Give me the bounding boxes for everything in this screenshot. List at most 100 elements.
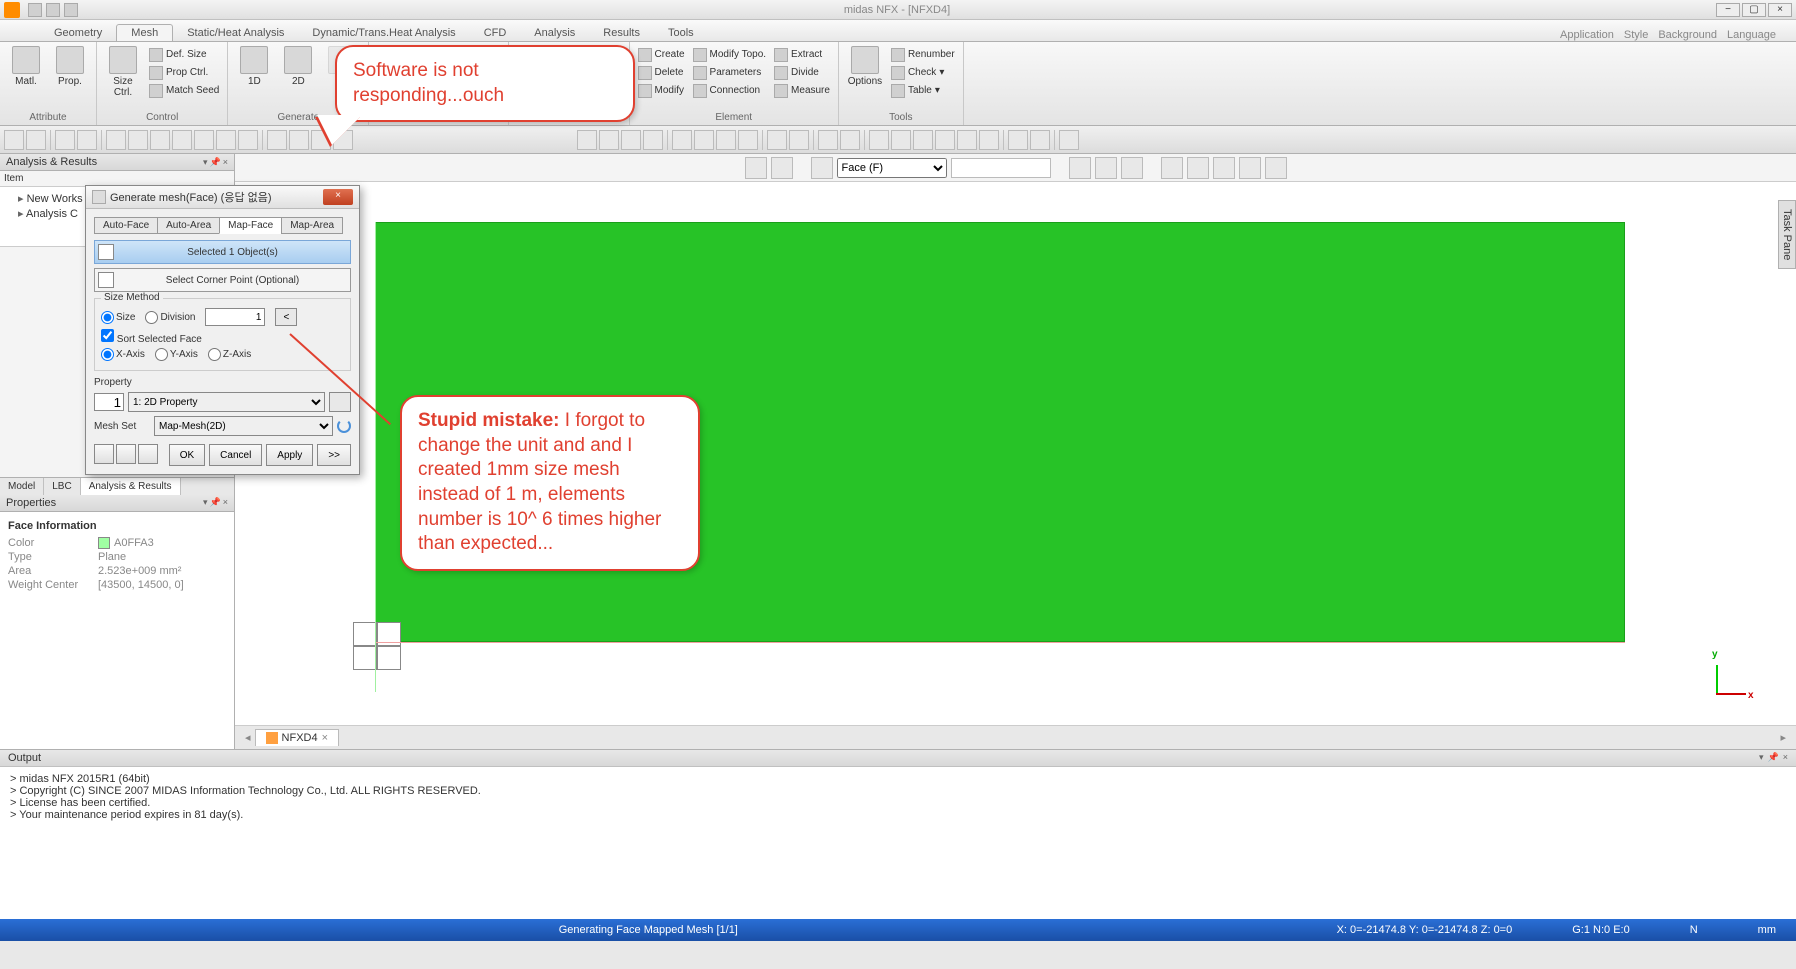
tool-icon[interactable] bbox=[891, 130, 911, 150]
zoom-fit-icon[interactable] bbox=[150, 130, 170, 150]
grid-icon[interactable] bbox=[672, 130, 692, 150]
application-menu[interactable]: Application bbox=[1560, 29, 1614, 41]
tool-icon[interactable] bbox=[869, 130, 889, 150]
tool-icon[interactable] bbox=[694, 130, 714, 150]
extract-button[interactable]: Extract bbox=[772, 46, 832, 63]
tab-dynamic-trans[interactable]: Dynamic/Trans.Heat Analysis bbox=[298, 25, 469, 41]
measure-button[interactable]: Measure bbox=[772, 82, 832, 99]
tool-icon[interactable] bbox=[840, 130, 860, 150]
tab-auto-face[interactable]: Auto-Face bbox=[94, 217, 158, 234]
tool-icon[interactable] bbox=[789, 130, 809, 150]
tab-auto-area[interactable]: Auto-Area bbox=[157, 217, 220, 234]
tool-icon[interactable] bbox=[716, 130, 736, 150]
tool-icon[interactable] bbox=[643, 130, 663, 150]
cancel-button[interactable]: Cancel bbox=[209, 444, 262, 466]
tool-icon[interactable] bbox=[216, 130, 236, 150]
view-tool-icon[interactable] bbox=[1213, 157, 1235, 179]
maximize-button[interactable]: ▢ bbox=[1742, 3, 1766, 17]
status-unit[interactable]: N bbox=[1680, 924, 1708, 936]
connection-button[interactable]: Connection bbox=[691, 82, 769, 99]
tool-icon[interactable] bbox=[26, 130, 46, 150]
dialog-close-button[interactable]: × bbox=[323, 189, 353, 205]
apply-button[interactable]: Apply bbox=[266, 444, 313, 466]
close-icon[interactable]: × bbox=[1783, 752, 1788, 764]
view-tool-icon[interactable] bbox=[1161, 157, 1183, 179]
view-tool-icon[interactable] bbox=[1069, 157, 1091, 179]
tool-icon[interactable] bbox=[289, 130, 309, 150]
table-button[interactable]: Table ▾ bbox=[889, 82, 957, 99]
property-select[interactable]: 1: 2D Property bbox=[128, 392, 325, 412]
prop-button[interactable]: Prop. bbox=[50, 46, 90, 87]
parameters-button[interactable]: Parameters bbox=[691, 64, 769, 81]
dropdown-icon[interactable]: ▾ bbox=[203, 157, 208, 168]
close-icon[interactable]: × bbox=[223, 157, 228, 168]
check-button[interactable]: Check ▾ bbox=[889, 64, 957, 81]
tab-static-heat[interactable]: Static/Heat Analysis bbox=[173, 25, 298, 41]
close-button[interactable]: × bbox=[1768, 3, 1792, 17]
tool-icon[interactable] bbox=[4, 130, 24, 150]
tab-analysis[interactable]: Analysis bbox=[520, 25, 589, 41]
app-icon[interactable] bbox=[4, 2, 20, 18]
options-button[interactable]: Options bbox=[845, 46, 885, 87]
view-tool-icon[interactable] bbox=[745, 157, 767, 179]
selected-objects-button[interactable]: Selected 1 Object(s) bbox=[94, 240, 351, 264]
tab-tools[interactable]: Tools bbox=[654, 25, 708, 41]
ok-button[interactable]: OK bbox=[169, 444, 205, 466]
close-tab-icon[interactable]: × bbox=[322, 732, 328, 744]
close-icon[interactable]: × bbox=[223, 497, 228, 508]
pin-icon[interactable]: 📌 bbox=[210, 497, 221, 508]
qat-redo-icon[interactable] bbox=[64, 3, 78, 17]
modify-topo-button[interactable]: Modify Topo. bbox=[691, 46, 769, 63]
tab-analysis-results[interactable]: Analysis & Results bbox=[81, 478, 181, 495]
rotate-icon[interactable] bbox=[194, 130, 214, 150]
tab-geometry[interactable]: Geometry bbox=[40, 25, 116, 41]
corner-point-button[interactable]: Select Corner Point (Optional) bbox=[94, 268, 351, 292]
size-value-input[interactable] bbox=[205, 308, 265, 326]
tool-icon[interactable] bbox=[979, 130, 999, 150]
tool-icon[interactable] bbox=[267, 130, 287, 150]
size-radio[interactable]: Size bbox=[101, 311, 135, 324]
view-tool-icon[interactable] bbox=[811, 157, 833, 179]
property-detail-button[interactable] bbox=[329, 392, 351, 412]
pin-icon[interactable]: 📌 bbox=[210, 157, 221, 168]
division-radio[interactable]: Division bbox=[145, 311, 195, 324]
tool-icon[interactable] bbox=[577, 130, 597, 150]
mini-button-1[interactable] bbox=[94, 444, 114, 464]
x-axis-radio[interactable]: X-Axis bbox=[101, 348, 145, 361]
mini-button-3[interactable] bbox=[138, 444, 158, 464]
output-body[interactable]: midas NFX 2015R1 (64bit) Copyright (C) S… bbox=[0, 767, 1796, 919]
2d-button[interactable]: 2D bbox=[278, 46, 318, 87]
elem-delete-button[interactable]: Delete bbox=[636, 64, 687, 81]
tab-cfd[interactable]: CFD bbox=[470, 25, 521, 41]
view-tool-icon[interactable] bbox=[1239, 157, 1261, 179]
tool-icon[interactable] bbox=[1059, 130, 1079, 150]
z-axis-radio[interactable]: Z-Axis bbox=[208, 348, 251, 361]
tool-icon[interactable] bbox=[55, 130, 75, 150]
view-tool-icon[interactable] bbox=[1095, 157, 1117, 179]
qat-undo-icon[interactable] bbox=[46, 3, 60, 17]
tab-map-face[interactable]: Map-Face bbox=[219, 217, 282, 234]
y-axis-radio[interactable]: Y-Axis bbox=[155, 348, 198, 361]
pan-icon[interactable] bbox=[172, 130, 192, 150]
tool-icon[interactable] bbox=[1008, 130, 1028, 150]
def-size-button[interactable]: Def. Size bbox=[147, 46, 221, 63]
elem-create-button[interactable]: Create bbox=[636, 46, 687, 63]
tool-icon[interactable] bbox=[913, 130, 933, 150]
tool-icon[interactable] bbox=[957, 130, 977, 150]
task-pane-tab[interactable]: Task Pane bbox=[1778, 200, 1796, 269]
size-ctrl-button[interactable]: Size Ctrl. bbox=[103, 46, 143, 98]
qat-save-icon[interactable] bbox=[28, 3, 42, 17]
more-button[interactable]: >> bbox=[317, 444, 351, 466]
renumber-button[interactable]: Renumber bbox=[889, 46, 957, 63]
view-tool-icon[interactable] bbox=[771, 157, 793, 179]
matl-button[interactable]: Matl. bbox=[6, 46, 46, 87]
dropdown-icon[interactable]: ▾ bbox=[1759, 752, 1764, 764]
tab-map-area[interactable]: Map-Area bbox=[281, 217, 343, 234]
view-tool-icon[interactable] bbox=[1265, 157, 1287, 179]
pin-icon[interactable]: 📌 bbox=[1768, 752, 1779, 764]
scroll-right-icon[interactable]: ▸ bbox=[1780, 731, 1786, 744]
selection-filter-select[interactable]: Face (F) bbox=[837, 158, 947, 178]
dialog-title-bar[interactable]: Generate mesh(Face) (응답 없음) × bbox=[86, 186, 359, 209]
mesh-set-select[interactable]: Map-Mesh(2D) bbox=[154, 416, 333, 436]
view-tool-icon[interactable] bbox=[1187, 157, 1209, 179]
